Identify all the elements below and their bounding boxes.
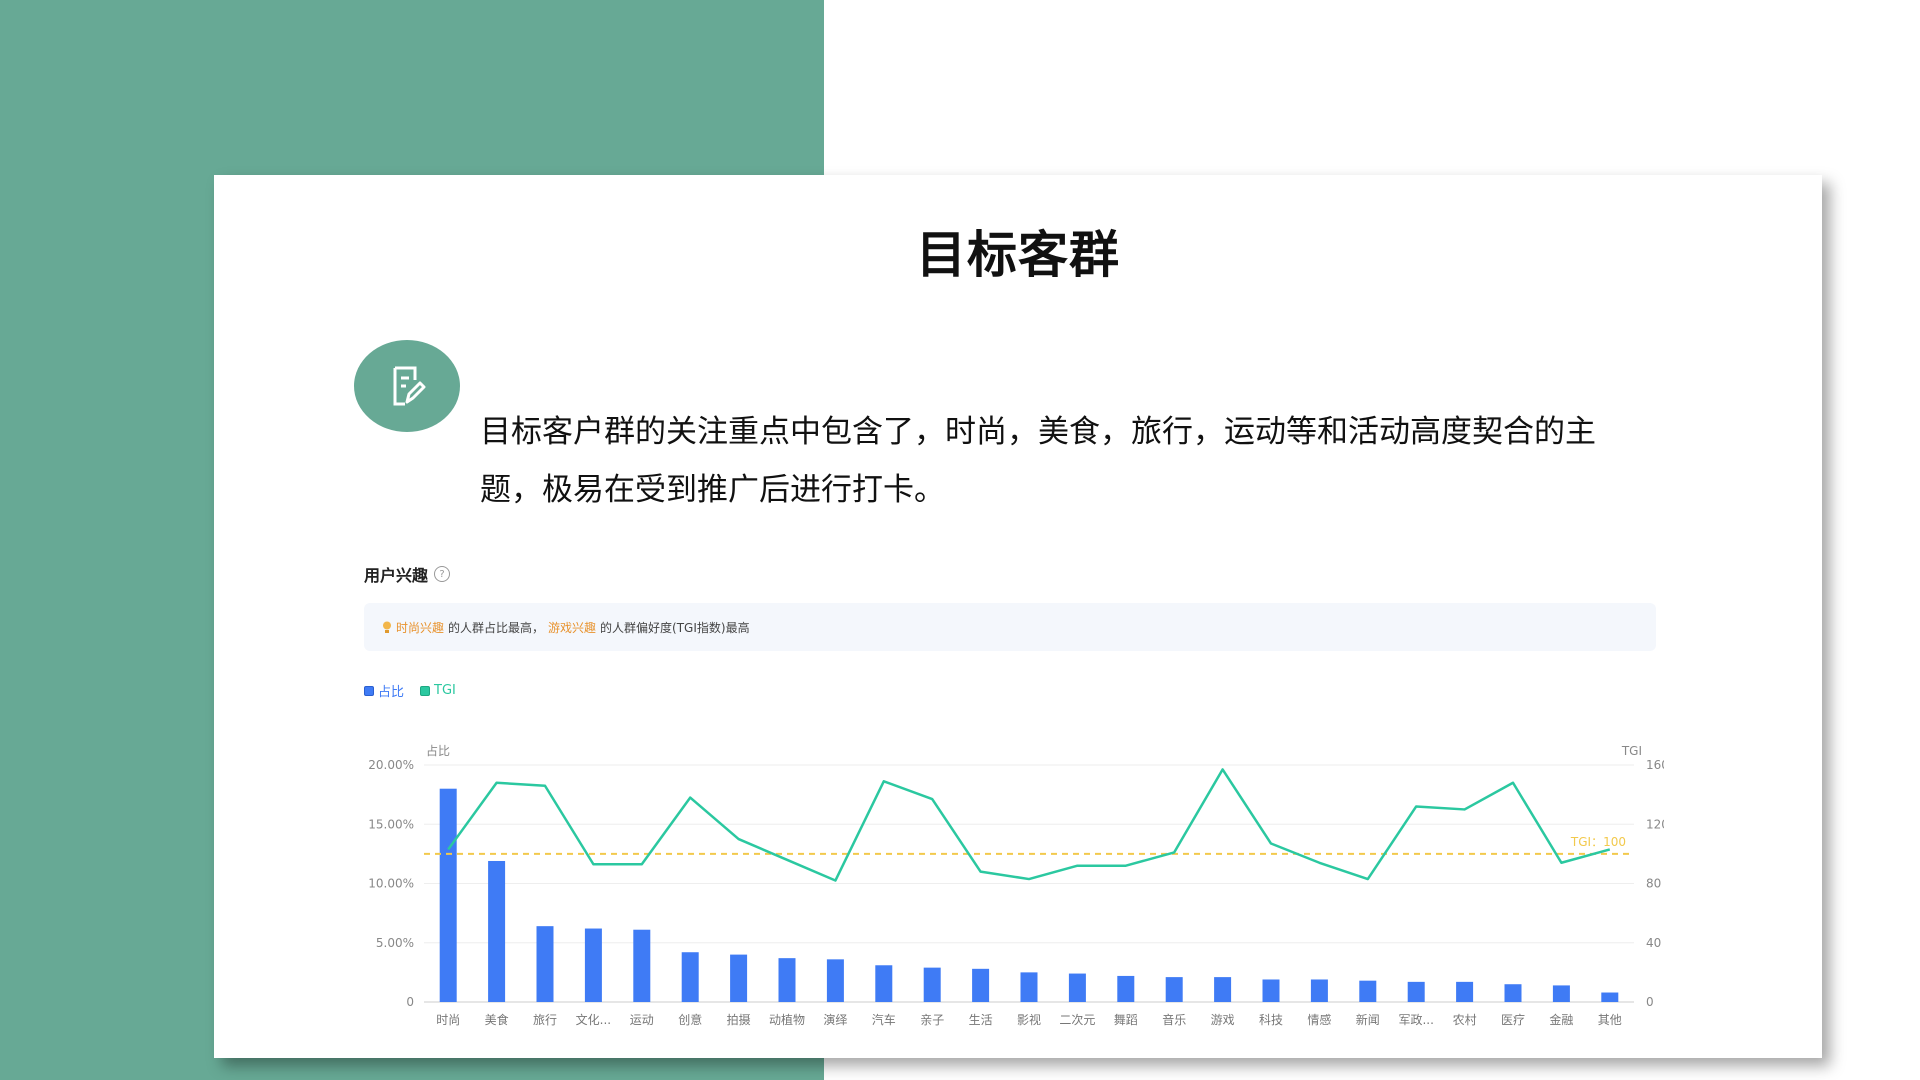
question-circle-icon[interactable]: ?	[434, 566, 451, 582]
bar-25	[1601, 992, 1619, 1002]
bar-12	[972, 968, 990, 1002]
x-tick-label: 农村	[1453, 1013, 1477, 1027]
right-axis-tick-label: 80	[1646, 877, 1661, 891]
bar-23	[1504, 984, 1522, 1002]
bar-19	[1310, 979, 1328, 1002]
bar-8	[778, 958, 796, 1002]
edit-note-icon	[393, 366, 426, 406]
tip-highlight-fashion: 时尚兴趣	[396, 620, 445, 635]
x-tick-label: 情感	[1307, 1012, 1331, 1027]
x-tick-label: 其他	[1598, 1013, 1622, 1027]
section-title: 用户兴趣 ?	[364, 562, 451, 586]
right-axis-tick-label: 120	[1646, 817, 1664, 831]
left-axis-tick-label: 5.00%	[376, 936, 414, 950]
left-axis-title: 占比	[426, 743, 450, 758]
bar-14	[1068, 973, 1086, 1002]
description-text: 目标客户群的关注重点中包含了，时尚，美食，旅行，运动等和活动高度契合的主题，极易…	[480, 414, 1596, 508]
bar-16	[1165, 977, 1183, 1002]
x-tick-label: 游戏	[1211, 1013, 1235, 1027]
bar-24	[1552, 985, 1570, 1002]
tip-highlight-game: 游戏兴趣	[548, 620, 597, 635]
bar-15	[1117, 975, 1135, 1002]
x-tick-label: 汽车	[872, 1012, 896, 1027]
bar-3	[536, 926, 554, 1002]
x-tick-label: 文化...	[576, 1012, 611, 1027]
bar-11	[923, 967, 941, 1002]
x-tick-label: 医疗	[1501, 1013, 1525, 1027]
x-tick-label: 动植物	[769, 1012, 805, 1027]
x-tick-label: 金融	[1549, 1012, 1573, 1027]
interest-chart: 0 5.00% 10.00% 15.00% 20.00% 0 40 80 120 160 占比 TGI…	[368, 743, 1664, 1027]
bar-6	[681, 952, 699, 1002]
right-axis-tick-label: 160	[1646, 758, 1664, 772]
tgi-reference-label: TGI：100	[1570, 835, 1626, 849]
content-card: 目标客群 目标客户群的关注重点中包含了，时尚，美食，旅行，运动等和活动高度契合的…	[214, 175, 1822, 1058]
bar-9	[826, 959, 844, 1002]
legend-swatch-tgi	[420, 685, 431, 696]
bar-5	[633, 929, 651, 1002]
bar-7	[730, 954, 748, 1002]
x-tick-label: 科技	[1259, 1013, 1283, 1027]
x-tick-label: 军政...	[1398, 1013, 1433, 1027]
legend-item-share[interactable]: 占比	[364, 681, 404, 700]
bar-18	[1262, 979, 1280, 1002]
x-tick-label: 拍摄	[727, 1012, 751, 1027]
x-tick-label: 亲子	[920, 1013, 944, 1027]
right-axis-tick-label: 40	[1646, 936, 1661, 950]
bar-21	[1407, 981, 1425, 1002]
legend-label-tgi: TGI	[434, 683, 456, 698]
x-tick-label: 音乐	[1162, 1012, 1186, 1027]
left-axis-tick-label: 15.00%	[368, 817, 414, 831]
tgi-series-line	[447, 768, 1611, 882]
lightbulb-icon	[383, 621, 391, 633]
legend-item-tgi[interactable]: TGI	[420, 681, 456, 700]
tip-text-2: 的人群偏好度(TGI指数)最高	[600, 620, 750, 635]
chart-legend: 占比 TGI	[364, 681, 456, 700]
bar-1	[439, 788, 457, 1002]
legend-label-share: 占比	[378, 685, 405, 700]
bar-10	[875, 965, 893, 1002]
x-tick-label: 美食	[485, 1012, 509, 1027]
x-tick-label: 生活	[969, 1013, 993, 1027]
x-tick-label: 演绎	[823, 1012, 847, 1027]
tip-text-1: 的人群占比最高，	[448, 620, 545, 635]
x-tick-label: 创意	[678, 1012, 702, 1027]
x-tick-label: 新闻	[1356, 1012, 1380, 1027]
x-tick-label: 舞蹈	[1114, 1013, 1138, 1027]
bar-22	[1456, 981, 1474, 1002]
edit-note-badge	[354, 340, 460, 432]
x-tick-label: 二次元	[1059, 1013, 1095, 1027]
page-title: 目标客群	[916, 226, 1120, 284]
bar-20	[1359, 980, 1377, 1002]
tip-bar: 时尚兴趣 的人群占比最高， 游戏兴趣 的人群偏好度(TGI指数)最高	[364, 603, 1656, 651]
x-tick-label: 时尚	[436, 1013, 460, 1027]
x-tick-label: 运动	[630, 1013, 654, 1027]
left-axis-tick-label: 20.00%	[368, 758, 414, 772]
left-axis-tick-label: 10.00%	[368, 877, 414, 891]
x-tick-label: 影视	[1017, 1012, 1041, 1027]
bar-13	[1020, 972, 1038, 1002]
legend-swatch-share	[364, 685, 374, 696]
right-axis-tick-label: 0	[1646, 995, 1654, 1009]
left-axis-tick-label: 0	[406, 995, 414, 1009]
section-title-label: 用户兴趣	[364, 566, 429, 585]
x-tick-label: 旅行	[533, 1013, 557, 1027]
bar-4	[584, 928, 602, 1002]
bar-17	[1214, 977, 1232, 1002]
bar-2	[488, 860, 506, 1002]
right-axis-title: TGI	[1621, 744, 1642, 758]
